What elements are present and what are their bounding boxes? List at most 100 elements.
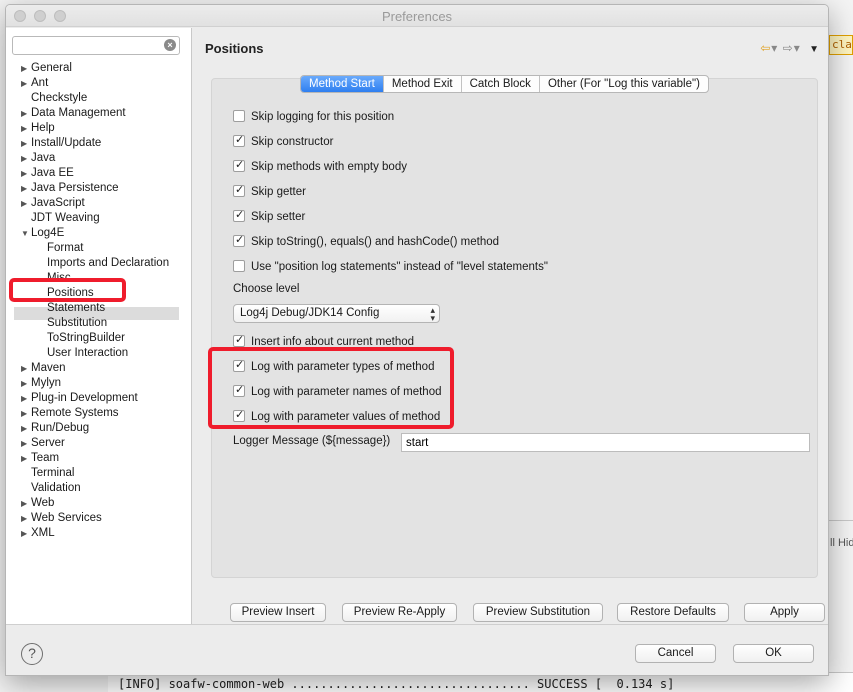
ok-button[interactable]: OK <box>733 644 814 663</box>
disclosure-collapsed-icon[interactable]: ▶ <box>21 376 30 391</box>
nav-item[interactable]: ▶ XML <box>21 526 55 541</box>
nav-item[interactable]: Checkstyle <box>31 91 87 106</box>
nav-item[interactable]: Positions <box>47 286 94 301</box>
logger-message-input[interactable] <box>401 433 810 452</box>
back-arrow-icon[interactable]: ⇦ <box>760 41 771 55</box>
disclosure-expanded-icon[interactable]: ▼ <box>21 226 30 241</box>
nav-item[interactable]: ▶ Maven <box>21 361 66 376</box>
disclosure-collapsed-icon[interactable]: ▶ <box>21 61 30 76</box>
preview-reapply-button[interactable]: Preview Re-Apply <box>342 603 457 622</box>
nav-item[interactable]: ▶ Remote Systems <box>21 406 119 421</box>
tab-3[interactable]: Other (For "Log this variable") <box>540 76 708 92</box>
option-checkbox[interactable] <box>233 233 245 248</box>
option-row[interactable]: Insert info about current method <box>233 333 414 351</box>
option-checkbox[interactable] <box>233 333 245 348</box>
option-row[interactable]: Log with parameter names of method <box>233 383 442 401</box>
nav-item[interactable]: ▶ Web <box>21 496 54 511</box>
nav-item[interactable]: ▶ Java <box>21 151 55 166</box>
nav-item[interactable]: ▶ Run/Debug <box>21 421 89 436</box>
nav-item[interactable]: Validation <box>31 481 81 496</box>
nav-item[interactable]: Misc <box>47 271 71 286</box>
nav-item[interactable]: ToStringBuilder <box>47 331 125 346</box>
nav-item[interactable]: ▶ Team <box>21 451 59 466</box>
nav-item[interactable]: ▶ Ant <box>21 76 48 91</box>
option-checkbox[interactable] <box>233 183 245 198</box>
disclosure-collapsed-icon[interactable]: ▶ <box>21 136 30 151</box>
option-checkbox[interactable] <box>233 110 245 122</box>
apply-button[interactable]: Apply <box>744 603 825 622</box>
cancel-button[interactable]: Cancel <box>635 644 716 663</box>
view-menu-icon[interactable]: ▼ <box>809 44 820 55</box>
nav-item[interactable]: ▶ Java EE <box>21 166 74 181</box>
nav-item[interactable]: ▶ Mylyn <box>21 376 61 391</box>
option-checkbox[interactable] <box>233 358 245 373</box>
option-checkbox[interactable] <box>233 158 245 173</box>
nav-item[interactable]: ▶ JavaScript <box>21 196 85 211</box>
nav-item-label: User Interaction <box>47 347 129 359</box>
nav-item[interactable]: ▶ Plug-in Development <box>21 391 138 406</box>
nav-item[interactable]: ▶ Install/Update <box>21 136 101 151</box>
chevron-down-icon[interactable]: ▾ <box>794 41 801 55</box>
nav-item[interactable]: ▶ Java Persistence <box>21 181 119 196</box>
disclosure-collapsed-icon[interactable]: ▶ <box>21 511 30 526</box>
preferences-nav: × ▶ General ▶ Ant Checkstyle ▶ Data Management… <box>6 28 192 624</box>
nav-item[interactable]: Imports and Declaration <box>47 256 169 271</box>
option-checkbox[interactable] <box>233 133 245 148</box>
disclosure-collapsed-icon[interactable]: ▶ <box>21 361 30 376</box>
option-row[interactable]: Skip setter <box>233 208 305 226</box>
option-row[interactable]: Skip logging for this position <box>233 110 394 126</box>
tab-2[interactable]: Catch Block <box>462 76 540 92</box>
page-title: Positions <box>205 41 264 56</box>
option-row[interactable]: Skip getter <box>233 183 306 201</box>
option-checkbox[interactable] <box>233 260 245 272</box>
disclosure-collapsed-icon[interactable]: ▶ <box>21 181 30 196</box>
disclosure-collapsed-icon[interactable]: ▶ <box>21 451 30 466</box>
nav-item[interactable]: User Interaction <box>47 346 128 361</box>
tab-0[interactable]: Method Start <box>301 76 384 92</box>
disclosure-collapsed-icon[interactable]: ▶ <box>21 436 30 451</box>
chevron-down-icon[interactable]: ▾ <box>771 41 778 55</box>
disclosure-collapsed-icon[interactable]: ▶ <box>21 496 30 511</box>
disclosure-collapsed-icon[interactable]: ▶ <box>21 121 30 136</box>
option-checkbox[interactable] <box>233 408 245 423</box>
option-row[interactable]: Skip constructor <box>233 133 333 151</box>
disclosure-collapsed-icon[interactable]: ▶ <box>21 421 30 436</box>
disclosure-collapsed-icon[interactable]: ▶ <box>21 106 30 121</box>
disclosure-collapsed-icon[interactable]: ▶ <box>21 196 30 211</box>
option-row[interactable]: Log with parameter types of method <box>233 358 434 376</box>
option-checkbox[interactable] <box>233 208 245 223</box>
restore-defaults-button[interactable]: Restore Defaults <box>617 603 729 622</box>
nav-item[interactable]: ▶ Data Management <box>21 106 126 121</box>
preview-insert-button[interactable]: Preview Insert <box>230 603 326 622</box>
nav-item[interactable]: ▶ Server <box>21 436 65 451</box>
disclosure-collapsed-icon[interactable]: ▶ <box>21 166 30 181</box>
nav-item[interactable]: ▶ General <box>21 61 72 76</box>
tab-1[interactable]: Method Exit <box>384 76 462 92</box>
filter-input[interactable] <box>17 37 162 53</box>
nav-item[interactable]: ▶ Web Services <box>21 511 102 526</box>
nav-item[interactable]: Terminal <box>31 466 74 481</box>
help-icon[interactable]: ? <box>21 643 43 665</box>
level-select[interactable]: Log4j Debug/JDK14 Config ▴ ▾ <box>233 304 440 323</box>
disclosure-collapsed-icon[interactable]: ▶ <box>21 391 30 406</box>
preview-substitution-button[interactable]: Preview Substitution <box>473 603 603 622</box>
option-row[interactable]: Skip methods with empty body <box>233 158 407 176</box>
disclosure-collapsed-icon[interactable]: ▶ <box>21 151 30 166</box>
nav-item[interactable]: ▼ Log4E <box>21 226 64 241</box>
disclosure-collapsed-icon[interactable]: ▶ <box>21 76 30 91</box>
disclosure-collapsed-icon[interactable]: ▶ <box>21 526 30 541</box>
nav-item[interactable]: JDT Weaving <box>31 211 100 226</box>
nav-item-label: Substitution <box>47 317 108 329</box>
clear-filter-icon[interactable]: × <box>164 39 176 51</box>
nav-item[interactable]: Statements <box>47 301 105 316</box>
option-checkbox[interactable] <box>233 383 245 398</box>
nav-item[interactable]: Format <box>47 241 83 256</box>
option-row[interactable]: Log with parameter values of method <box>233 408 440 426</box>
disclosure-collapsed-icon[interactable]: ▶ <box>21 406 30 421</box>
option-row[interactable]: Skip toString(), equals() and hashCode()… <box>233 233 499 251</box>
nav-item[interactable]: Substitution <box>47 316 107 331</box>
nav-item[interactable]: ▶ Help <box>21 121 55 136</box>
option-row[interactable]: Use "position log statements" instead of… <box>233 260 548 276</box>
nav-item-label: Java EE <box>31 167 74 179</box>
forward-arrow-icon[interactable]: ⇨ <box>783 41 794 55</box>
